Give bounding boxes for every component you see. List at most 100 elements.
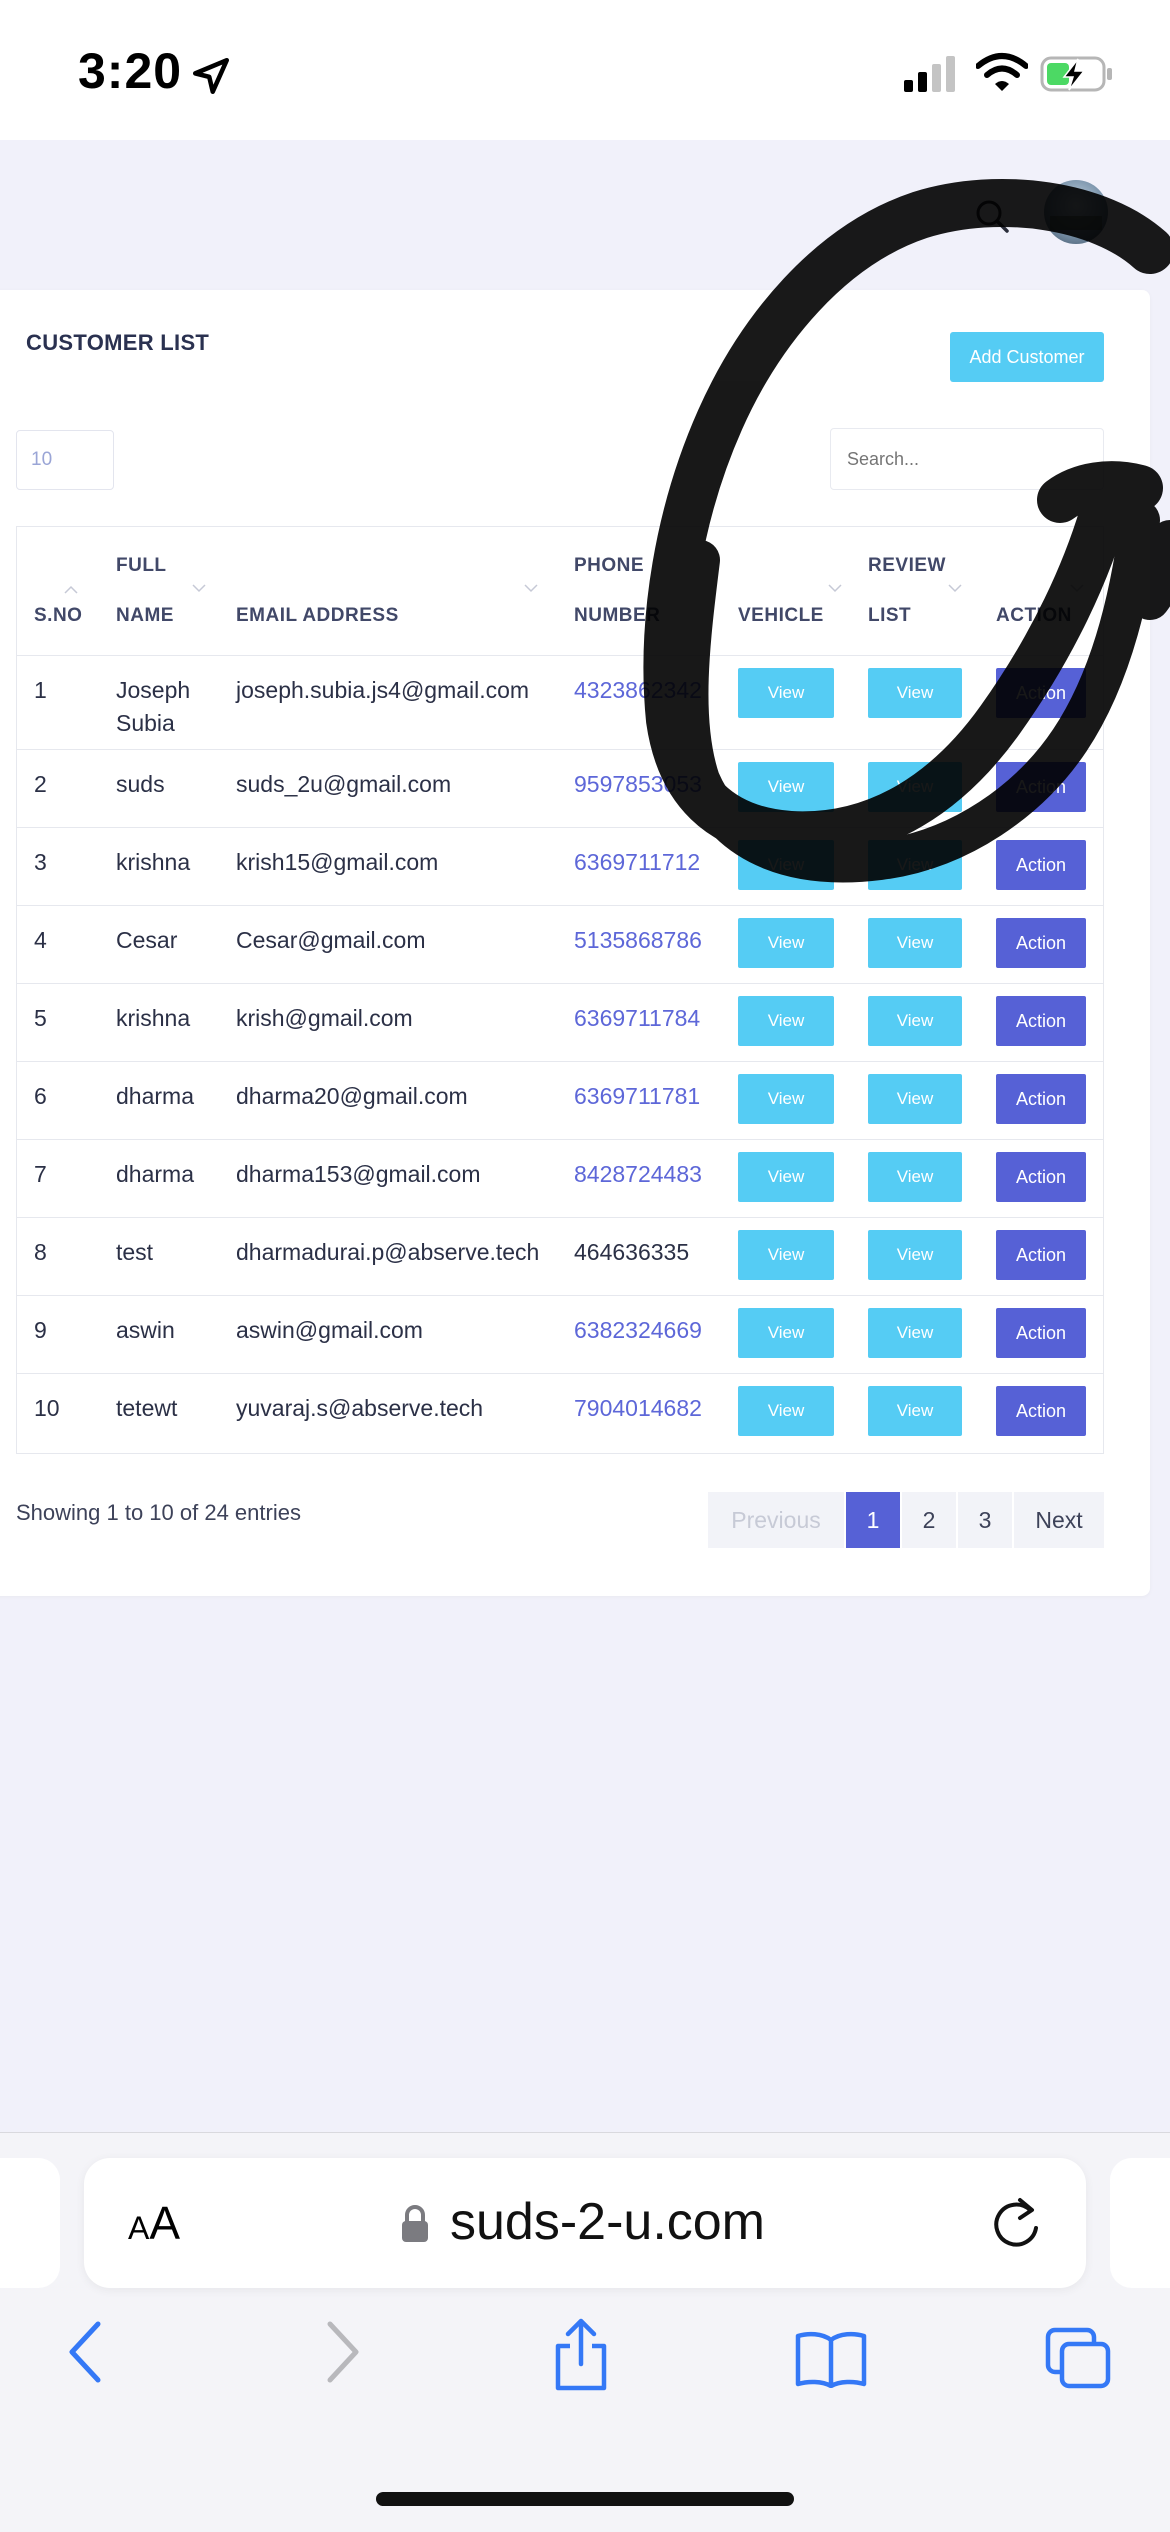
pagination-page-2[interactable]: 2 (902, 1492, 956, 1548)
sort-down-icon (524, 584, 538, 593)
cell-full-name: test (116, 1236, 226, 1269)
review-view-button[interactable]: View (868, 1074, 962, 1124)
review-view-button[interactable]: View (868, 1230, 962, 1280)
cell-email: dharma153@gmail.com (236, 1161, 481, 1187)
add-customer-button[interactable]: Add Customer (950, 332, 1104, 382)
forward-chevron-icon[interactable] (320, 2320, 364, 2384)
cell-phone-link[interactable]: 8428724483 (574, 1158, 702, 1191)
cell-phone-link[interactable]: 6369711712 (574, 846, 700, 879)
vehicle-view-button[interactable]: View (738, 840, 834, 890)
tabs-overview-icon[interactable] (1044, 2326, 1114, 2392)
reload-icon[interactable] (992, 2194, 1044, 2252)
cell-phone-link[interactable]: 4323862342 (574, 674, 702, 707)
avatar[interactable] (1044, 180, 1108, 244)
vehicle-view-button[interactable]: View (738, 1152, 834, 1202)
pagination-page-3[interactable]: 3 (958, 1492, 1012, 1548)
search-icon[interactable] (972, 196, 1012, 236)
review-view-button[interactable]: View (868, 996, 962, 1046)
cell-sno: 3 (34, 849, 47, 875)
cell-sno: 10 (34, 1395, 60, 1421)
page-length-select[interactable]: 10 (16, 430, 114, 490)
vehicle-view-button[interactable]: View (738, 1074, 834, 1124)
cell-email: Cesar@gmail.com (236, 927, 426, 953)
action-button[interactable]: Action (996, 668, 1086, 718)
vehicle-view-button[interactable]: View (738, 996, 834, 1046)
name-line-1: aswin (116, 1317, 175, 1343)
url-text[interactable]: suds-2-u.com (450, 2192, 765, 2252)
review-view-button[interactable]: View (868, 1152, 962, 1202)
cell-phone-link[interactable]: 464636335 (574, 1236, 689, 1269)
reader-text-size-button[interactable]: AA (128, 2196, 180, 2250)
review-view-button[interactable]: View (868, 918, 962, 968)
cell-sno: 1 (34, 677, 47, 703)
header-label: PHONE (574, 555, 645, 576)
vehicle-view-button[interactable]: View (738, 1230, 834, 1280)
name-line-1: Cesar (116, 927, 178, 953)
name-line-1: dharma (116, 1083, 194, 1109)
cell-email: yuvaraj.s@abserve.tech (236, 1395, 484, 1421)
action-button[interactable]: Action (996, 918, 1086, 968)
cell-phone-link[interactable]: 5135868786 (574, 924, 702, 957)
header-label: LIST (868, 605, 912, 626)
action-button[interactable]: Action (996, 1308, 1086, 1358)
header-label: VEHICLE (738, 605, 824, 626)
review-view-button[interactable]: View (868, 762, 962, 812)
cell-sno: 8 (34, 1239, 47, 1265)
name-line-1: krishna (116, 849, 191, 875)
back-chevron-icon[interactable] (64, 2320, 108, 2384)
cell-phone-link[interactable]: 6369711781 (574, 1080, 700, 1113)
sort-down-icon (1070, 584, 1084, 593)
cell-email: joseph.subia.js4@gmail.com (236, 677, 530, 703)
action-button[interactable]: Action (996, 840, 1086, 890)
cell-full-name: dharma (116, 1080, 226, 1113)
action-button[interactable]: Action (996, 1230, 1086, 1280)
cell-full-name: Cesar (116, 924, 226, 957)
adjacent-tab-left[interactable] (0, 2158, 60, 2288)
header-review-list[interactable]: REVIEW LIST (868, 527, 978, 655)
header-phone[interactable]: PHONE NUMBER (574, 527, 724, 655)
table-row: 8 test dharmadurai.p@abserve.tech 464636335… (17, 1217, 1103, 1295)
cell-phone-link[interactable]: 7904014682 (574, 1392, 702, 1425)
vehicle-view-button[interactable]: View (738, 1308, 834, 1358)
header-email[interactable]: EMAIL ADDRESS (236, 527, 546, 655)
review-view-button[interactable]: View (868, 1308, 962, 1358)
action-button[interactable]: Action (996, 1152, 1086, 1202)
cell-phone-link[interactable]: 9597853053 (574, 768, 702, 801)
cell-phone-link[interactable]: 6382324669 (574, 1314, 702, 1347)
cell-email: dharmadurai.p@abserve.tech (236, 1239, 540, 1265)
cell-phone-link[interactable]: 6369711784 (574, 1002, 700, 1035)
pagination-page-1[interactable]: 1 (846, 1492, 900, 1548)
table-row: 1 Joseph Subia joseph.subia.js4@gmail.com 43… (17, 655, 1103, 749)
vehicle-view-button[interactable]: View (738, 1386, 834, 1436)
action-button[interactable]: Action (996, 762, 1086, 812)
table-row: 9 aswin aswin@gmail.com 6382324669 View View A… (17, 1295, 1103, 1373)
header-full-name[interactable]: FULL NAME (116, 527, 226, 655)
action-button[interactable]: Action (996, 1386, 1086, 1436)
vehicle-view-button[interactable]: View (738, 668, 834, 718)
wifi-icon (976, 53, 1028, 91)
action-button[interactable]: Action (996, 996, 1086, 1046)
cell-sno: 7 (34, 1161, 47, 1187)
cell-full-name: krishna (116, 846, 226, 879)
sort-down-icon (948, 584, 962, 593)
review-view-button[interactable]: View (868, 668, 962, 718)
pagination-previous[interactable]: Previous (708, 1492, 844, 1548)
action-button[interactable]: Action (996, 1074, 1086, 1124)
share-icon[interactable] (550, 2318, 612, 2392)
header-action[interactable]: ACTION (996, 527, 1096, 655)
table-row: 7 dharma dharma153@gmail.com 8428724483 View… (17, 1139, 1103, 1217)
header-sno[interactable]: S.NO (34, 527, 104, 655)
header-vehicle[interactable]: VEHICLE (738, 527, 848, 655)
review-view-button[interactable]: View (868, 1386, 962, 1436)
adjacent-tab-right[interactable] (1110, 2158, 1170, 2288)
vehicle-view-button[interactable]: View (738, 918, 834, 968)
pagination-next[interactable]: Next (1014, 1492, 1104, 1548)
vehicle-view-button[interactable]: View (738, 762, 834, 812)
cell-email: suds_2u@gmail.com (236, 771, 452, 797)
table-row: 10 tetewt yuvaraj.s@abserve.tech 7904014682… (17, 1373, 1103, 1453)
status-bar: 3:20 (0, 0, 1170, 140)
header-label: ACTION (996, 605, 1072, 626)
bookmarks-book-icon[interactable] (794, 2330, 868, 2388)
search-input[interactable] (830, 428, 1104, 490)
review-view-button[interactable]: View (868, 840, 962, 890)
